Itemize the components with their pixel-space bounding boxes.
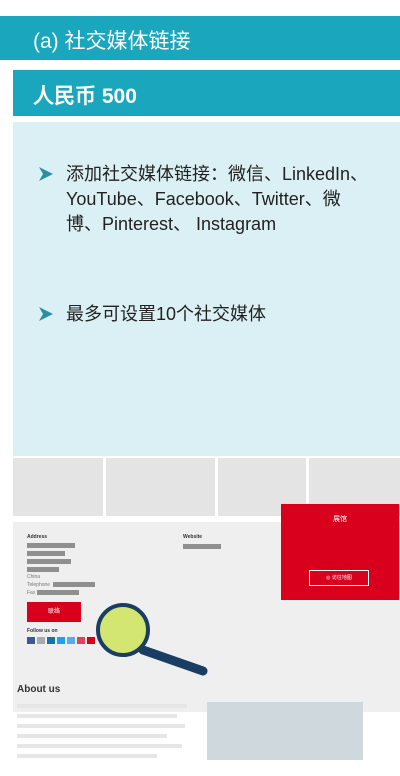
facebook-icon[interactable]	[27, 637, 35, 644]
section-header: (a) 社交媒体链接	[0, 16, 400, 60]
text-placeholder	[183, 544, 221, 549]
text-placeholder	[27, 543, 75, 548]
map-button[interactable]: ◎ 访往地图	[309, 570, 369, 586]
text-placeholder	[27, 567, 59, 572]
contact-button[interactable]: 联络	[27, 602, 81, 622]
feature-item: 最多可设置10个社交媒体	[39, 302, 376, 327]
banner-divider	[103, 458, 106, 516]
youtube-icon[interactable]	[57, 637, 65, 644]
blurred-text	[17, 754, 157, 758]
product-card: (a) 社交媒体链接 人民币 500 添加社交媒体链接：微信、LinkedIn、…	[0, 0, 400, 776]
blurred-text	[17, 744, 182, 748]
feature-panel: 添加社交媒体链接：微信、LinkedIn、YouTube、Facebook、Tw…	[13, 122, 400, 456]
text-placeholder	[27, 551, 65, 556]
website-label: Website	[183, 534, 203, 540]
text-placeholder	[53, 582, 95, 587]
feature-item: 添加社交媒体链接：微信、LinkedIn、YouTube、Facebook、Tw…	[39, 162, 376, 237]
weibo-icon[interactable]	[77, 637, 85, 644]
country-text: China	[27, 574, 41, 580]
price-bar: 人民币 500	[13, 70, 400, 116]
section-title: (a) 社交媒体链接	[33, 30, 191, 53]
banner-divider	[215, 458, 218, 516]
website-preview: Address China Telephone Fax Website 联络 F…	[13, 458, 400, 776]
text-placeholder	[27, 559, 71, 564]
text-placeholder	[37, 590, 79, 595]
feature-text: 添加社交媒体链接：微信、LinkedIn、YouTube、Facebook、Tw…	[66, 164, 369, 234]
telephone-label: Telephone	[27, 582, 51, 588]
feature-text: 最多可设置10个社交媒体	[66, 304, 267, 324]
blurred-text	[17, 714, 177, 718]
company-photo	[207, 702, 363, 760]
follow-label: Follow us on	[27, 628, 58, 634]
booth-box: 展馆 ◎ 访往地图	[281, 504, 399, 600]
blurred-text	[17, 724, 185, 728]
arrow-bullet-icon	[38, 166, 54, 182]
magnifier-icon	[93, 600, 209, 681]
blurred-text	[17, 704, 187, 708]
wechat-icon[interactable]	[67, 637, 75, 644]
blurred-text	[17, 734, 167, 738]
price-label: 人民币 500	[33, 85, 137, 108]
booth-title: 展馆	[333, 516, 347, 523]
twitter-icon[interactable]	[37, 637, 45, 644]
fax-label: Fax	[27, 590, 36, 596]
arrow-bullet-icon	[38, 306, 54, 322]
about-title: About us	[17, 684, 61, 695]
address-label: Address	[27, 534, 48, 540]
linkedin-icon[interactable]	[47, 637, 55, 644]
